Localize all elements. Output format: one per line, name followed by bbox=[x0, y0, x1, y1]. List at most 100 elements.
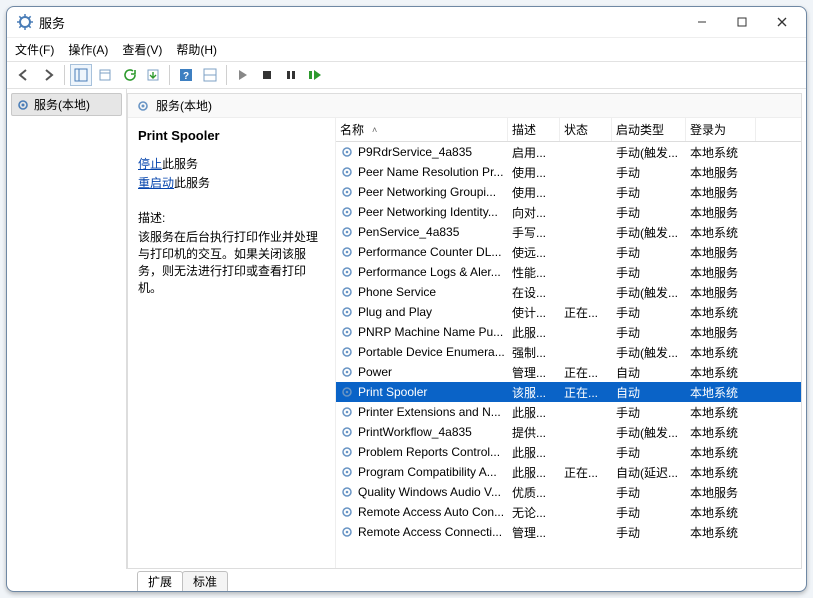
cell-logon: 本地系统 bbox=[686, 384, 756, 401]
table-row[interactable]: Problem Reports Control...此服...手动本地系统 bbox=[336, 442, 801, 462]
restart-service-button[interactable] bbox=[304, 64, 326, 86]
cell-logon: 本地服务 bbox=[686, 264, 756, 281]
table-row[interactable]: Performance Logs & Aler...性能...手动本地服务 bbox=[336, 262, 801, 282]
cell-name: Phone Service bbox=[358, 285, 436, 299]
table-row[interactable]: Quality Windows Audio V...优质...手动本地服务 bbox=[336, 482, 801, 502]
cell-desc: 管理... bbox=[508, 364, 560, 381]
tree-node-services-local[interactable]: 服务(本地) bbox=[11, 93, 122, 116]
column-name[interactable]: 名称˄ bbox=[336, 118, 508, 141]
cell-start: 手动 bbox=[612, 324, 686, 341]
stop-service-button[interactable] bbox=[256, 64, 278, 86]
help-button[interactable]: ? bbox=[175, 64, 197, 86]
cell-desc: 此服... bbox=[508, 444, 560, 461]
table-row[interactable]: Printer Extensions and N...此服...手动本地系统 bbox=[336, 402, 801, 422]
pause-service-button[interactable] bbox=[280, 64, 302, 86]
cell-desc: 提供... bbox=[508, 424, 560, 441]
cell-start: 手动 bbox=[612, 504, 686, 521]
close-button[interactable] bbox=[762, 8, 802, 36]
service-icon bbox=[340, 165, 354, 179]
cell-start: 手动 bbox=[612, 484, 686, 501]
cell-name: PNRP Machine Name Pu... bbox=[358, 325, 503, 339]
cell-name: P9RdrService_4a835 bbox=[358, 145, 472, 159]
table-row[interactable]: PrintWorkflow_4a835提供...手动(触发...本地系统 bbox=[336, 422, 801, 442]
stop-suffix: 此服务 bbox=[162, 157, 198, 171]
cell-desc: 向对... bbox=[508, 204, 560, 221]
refresh-button[interactable] bbox=[118, 64, 140, 86]
cell-name: PenService_4a835 bbox=[358, 225, 459, 239]
cell-desc: 此服... bbox=[508, 464, 560, 481]
cell-desc: 管理... bbox=[508, 524, 560, 541]
menu-action[interactable]: 操作(A) bbox=[68, 41, 108, 58]
menu-bar: 文件(F) 操作(A) 查看(V) 帮助(H) bbox=[7, 37, 806, 61]
cell-logon: 本地服务 bbox=[686, 164, 756, 181]
export-button[interactable] bbox=[142, 64, 164, 86]
table-row[interactable]: Peer Networking Identity...向对...手动本地服务 bbox=[336, 202, 801, 222]
table-row[interactable]: Power管理...正在...自动本地系统 bbox=[336, 362, 801, 382]
table-row[interactable]: PNRP Machine Name Pu...此服...手动本地服务 bbox=[336, 322, 801, 342]
cell-start: 手动 bbox=[612, 184, 686, 201]
restart-service-link[interactable]: 重启动 bbox=[138, 176, 174, 190]
service-list: 名称˄ 描述 状态 启动类型 登录为 P9RdrService_4a835启用.… bbox=[336, 118, 801, 568]
service-icon bbox=[340, 525, 354, 539]
column-status[interactable]: 状态 bbox=[560, 118, 612, 141]
cell-desc: 无论... bbox=[508, 504, 560, 521]
toolbar-icon[interactable] bbox=[199, 64, 221, 86]
table-row[interactable]: Remote Access Auto Con...无论...手动本地系统 bbox=[336, 502, 801, 522]
cell-start: 自动 bbox=[612, 384, 686, 401]
cell-desc: 手写... bbox=[508, 224, 560, 241]
result-header-label: 服务(本地) bbox=[156, 97, 212, 114]
cell-name: Power bbox=[358, 365, 392, 379]
column-start[interactable]: 启动类型 bbox=[612, 118, 686, 141]
cell-name: Print Spooler bbox=[358, 385, 427, 399]
menu-help[interactable]: 帮助(H) bbox=[176, 41, 217, 58]
cell-logon: 本地服务 bbox=[686, 244, 756, 261]
table-row[interactable]: P9RdrService_4a835启用...手动(触发...本地系统 bbox=[336, 142, 801, 162]
minimize-button[interactable] bbox=[682, 8, 722, 36]
tab-extended[interactable]: 扩展 bbox=[137, 571, 183, 591]
table-row[interactable]: Performance Counter DL...使远...手动本地服务 bbox=[336, 242, 801, 262]
table-row[interactable]: Portable Device Enumera...强制...手动(触发...本… bbox=[336, 342, 801, 362]
table-row[interactable]: Program Compatibility A...此服...正在...自动(延… bbox=[336, 462, 801, 482]
service-icon bbox=[340, 225, 354, 239]
title-bar[interactable]: 服务 bbox=[7, 7, 806, 37]
maximize-button[interactable] bbox=[722, 8, 762, 36]
cell-start: 手动 bbox=[612, 444, 686, 461]
cell-start: 自动(延迟... bbox=[612, 464, 686, 481]
list-body[interactable]: P9RdrService_4a835启用...手动(触发...本地系统 Peer … bbox=[336, 142, 801, 568]
table-row[interactable]: Phone Service在设...手动(触发...本地服务 bbox=[336, 282, 801, 302]
service-icon bbox=[340, 265, 354, 279]
cell-start: 手动(触发... bbox=[612, 224, 686, 241]
view-tabs: 扩展 标准 bbox=[7, 569, 806, 591]
table-row[interactable]: Remote Access Connecti...管理...手动本地系统 bbox=[336, 522, 801, 542]
back-button[interactable] bbox=[13, 64, 35, 86]
cell-desc: 此服... bbox=[508, 404, 560, 421]
cell-desc: 强制... bbox=[508, 344, 560, 361]
table-row[interactable]: PenService_4a835手写...手动(触发...本地系统 bbox=[336, 222, 801, 242]
gear-icon bbox=[16, 98, 30, 112]
tree-pane[interactable]: 服务(本地) bbox=[7, 89, 127, 569]
service-icon bbox=[340, 385, 354, 399]
table-row[interactable]: Peer Networking Groupi...使用...手动本地服务 bbox=[336, 182, 801, 202]
cell-name: Peer Name Resolution Pr... bbox=[358, 165, 503, 179]
menu-file[interactable]: 文件(F) bbox=[15, 41, 54, 58]
table-row[interactable]: Peer Name Resolution Pr...使用...手动本地服务 bbox=[336, 162, 801, 182]
table-row[interactable]: Plug and Play使计...正在...手动本地系统 bbox=[336, 302, 801, 322]
service-icon bbox=[340, 365, 354, 379]
column-logon[interactable]: 登录为 bbox=[686, 118, 756, 141]
cell-start: 手动(触发... bbox=[612, 344, 686, 361]
start-service-button[interactable] bbox=[232, 64, 254, 86]
table-row[interactable]: Print Spooler该服...正在...自动本地系统 bbox=[336, 382, 801, 402]
show-hide-tree-button[interactable] bbox=[70, 64, 92, 86]
column-desc[interactable]: 描述 bbox=[508, 118, 560, 141]
cell-desc: 此服... bbox=[508, 324, 560, 341]
restart-suffix: 此服务 bbox=[174, 176, 210, 190]
properties-button[interactable] bbox=[94, 64, 116, 86]
stop-service-link[interactable]: 停止 bbox=[138, 157, 162, 171]
forward-button[interactable] bbox=[37, 64, 59, 86]
cell-name: Performance Counter DL... bbox=[358, 245, 501, 259]
svg-text:?: ? bbox=[183, 71, 189, 82]
menu-view[interactable]: 查看(V) bbox=[122, 41, 162, 58]
cell-name: Remote Access Auto Con... bbox=[358, 505, 504, 519]
cell-desc: 使用... bbox=[508, 164, 560, 181]
tab-standard[interactable]: 标准 bbox=[182, 571, 228, 591]
